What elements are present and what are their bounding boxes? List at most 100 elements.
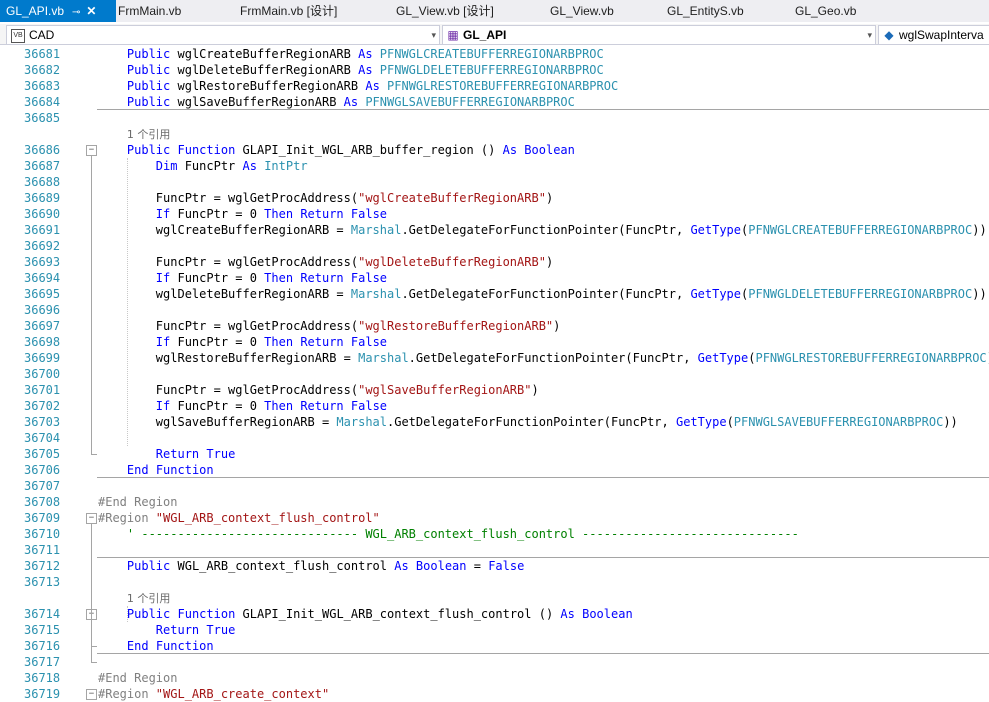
project-dropdown[interactable]: VB CAD ▾ [6,25,440,45]
line-number: 36694 [24,271,61,285]
code-line[interactable]: 36698 If FuncPtr = 0 Then Return False [0,334,989,350]
line-number: 36708 [24,495,61,509]
code-line[interactable]: 36706 End Function [0,462,989,478]
code-line[interactable]: 36709− #Region "WGL_ARB_context_flush_con… [0,510,989,526]
code-line[interactable]: 36713 [0,574,989,590]
code-line[interactable]: 36686− Public Function GLAPI_Init_WGL_AR… [0,142,989,158]
code-line[interactable]: 36700 [0,366,989,382]
code-line[interactable]: 36692 [0,238,989,254]
tab-gl-geo-vb[interactable]: GL_Geo.vb [795,0,856,22]
code-line[interactable]: 36699 wglRestoreBufferRegionARB = Marsha… [0,350,989,366]
chevron-down-icon[interactable]: ▾ [867,26,872,44]
code-text: Public Function GLAPI_Init_WGL_ARB_buffe… [98,142,575,158]
code-token: IntPtr [264,159,308,173]
code-token: If [155,399,171,413]
line-number: 36711 [24,543,61,557]
code-line[interactable]: 36702 If FuncPtr = 0 Then Return False [0,398,989,414]
code-line[interactable]: 36697 FuncPtr = wglGetProcAddress("wglRe… [0,318,989,334]
code-token: ) [545,191,554,205]
code-line[interactable]: 36708 #End Region [0,494,989,510]
line-number: 36702 [24,399,61,413]
code-text: End Function [98,462,214,478]
reference-count[interactable]: 1 个引用 [127,592,171,605]
code-token: FuncPtr = wglGetProcAddress( [98,255,359,269]
code-token: FuncPtr = 0 [170,399,265,413]
code-line[interactable]: 36681 Public wglCreateBufferRegionARB As… [0,46,989,62]
code-token: #Region [98,687,156,701]
code-line[interactable]: 36717 [0,654,989,670]
code-line[interactable]: 36705 Return True [0,446,989,462]
code-line[interactable]: 36714− Public Function GLAPI_Init_WGL_AR… [0,606,989,622]
tab-label: GL_Geo.vb [795,4,857,18]
code-line[interactable]: 36719 − #Region "WGL_ARB_create_context" [0,686,989,702]
tab-gl-view-vb[interactable]: GL_View.vb [550,0,614,22]
code-text: wglRestoreBufferRegionARB = Marshal.GetD… [98,350,989,366]
code-line[interactable]: 36684 Public wglSaveBufferRegionARB As P… [0,94,989,110]
line-number: 36696 [24,303,61,317]
code-line[interactable]: 36685 [0,110,989,126]
codelens-reference: 1 个引用 [0,126,989,142]
close-icon[interactable]: ✕ [86,0,96,22]
code-line[interactable]: 36701 FuncPtr = wglGetProcAddress("wglSa… [0,382,989,398]
code-line[interactable]: 36718 #End Region [0,670,989,686]
code-token: GetType [690,223,742,237]
code-token: Boolean [582,607,633,621]
class-dropdown[interactable]: ▦ GL_API ▾ [442,25,876,45]
code-line[interactable]: 36683 Public wglRestoreBufferRegionARB A… [0,78,989,94]
code-token: wglRestoreBufferRegionARB = [98,351,359,365]
chevron-down-icon[interactable]: ▾ [431,26,436,44]
tab-frmmain-design[interactable]: FrmMain.vb [设计] [240,0,337,22]
code-line[interactable]: 36688 [0,174,989,190]
line-number: 36681 [24,47,61,61]
pin-icon[interactable]: ⊸ [72,2,80,24]
tab-gl-api-vb[interactable]: GL_API.vb ⊸ ✕ [0,0,116,22]
code-token: wglDeleteBufferRegionARB [170,63,359,77]
collapse-icon[interactable]: − [86,689,97,700]
tab-frmmain-vb[interactable]: FrmMain.vb [118,0,181,22]
code-token: #Region [98,511,156,525]
code-token: Return [300,207,344,221]
code-token: "WGL_ARB_context_flush_control" [155,511,380,525]
member-dropdown[interactable]: ◆ wglSwapInterva [878,25,989,45]
code-line[interactable]: 36689 FuncPtr = wglGetProcAddress("wglCr… [0,190,989,206]
code-editor[interactable]: 36681 Public wglCreateBufferRegionARB As… [0,45,989,702]
class-icon: ▦ [447,28,459,42]
code-line[interactable]: 36704 [0,430,989,446]
code-token: Function [177,143,236,157]
code-token: True [206,447,236,461]
code-token: .GetDelegateForFunctionPointer(FuncPtr, [401,223,691,237]
code-token: Function [177,607,236,621]
tab-gl-view-design[interactable]: GL_View.vb [设计] [396,0,494,22]
code-line[interactable]: 36693 FuncPtr = wglGetProcAddress("wglDe… [0,254,989,270]
code-line[interactable]: 36710 ' ------------------------------ W… [0,526,989,542]
code-token: End [126,463,149,477]
code-line[interactable]: 36716 End Function [0,638,989,654]
code-line[interactable]: 36682 Public wglDeleteBufferRegionARB As… [0,62,989,78]
code-line[interactable]: 36696 [0,302,989,318]
code-line[interactable]: 36690 If FuncPtr = 0 Then Return False [0,206,989,222]
code-line[interactable]: 36707 [0,478,989,494]
code-token: Boolean [415,559,467,573]
code-line[interactable]: 36711 [0,542,989,558]
code-token: ' ------------------------------ WGL_ARB… [126,527,799,541]
tab-gl-entitys-vb[interactable]: GL_EntityS.vb [667,0,744,22]
code-line[interactable]: 36703 wglSaveBufferRegionARB = Marshal.G… [0,414,989,430]
code-text: Public wglCreateBufferRegionARB As PFNWG… [98,46,604,62]
code-line[interactable]: 36694 If FuncPtr = 0 Then Return False [0,270,989,286]
code-token: As [358,47,373,61]
reference-count[interactable]: 1 个引用 [127,128,171,141]
line-number: 36706 [24,463,61,477]
code-line[interactable]: 36687 Dim FuncPtr As IntPtr [0,158,989,174]
code-line[interactable]: 36691 wglCreateBufferRegionARB = Marshal… [0,222,989,238]
code-line[interactable]: 36695 wglDeleteBufferRegionARB = Marshal… [0,286,989,302]
code-token: True [206,623,236,637]
code-token: Marshal [350,223,402,237]
code-line[interactable]: 36712 Public WGL_ARB_context_flush_contr… [0,558,989,574]
code-token: Return [155,623,200,637]
code-line[interactable]: 36715 Return True [0,622,989,638]
